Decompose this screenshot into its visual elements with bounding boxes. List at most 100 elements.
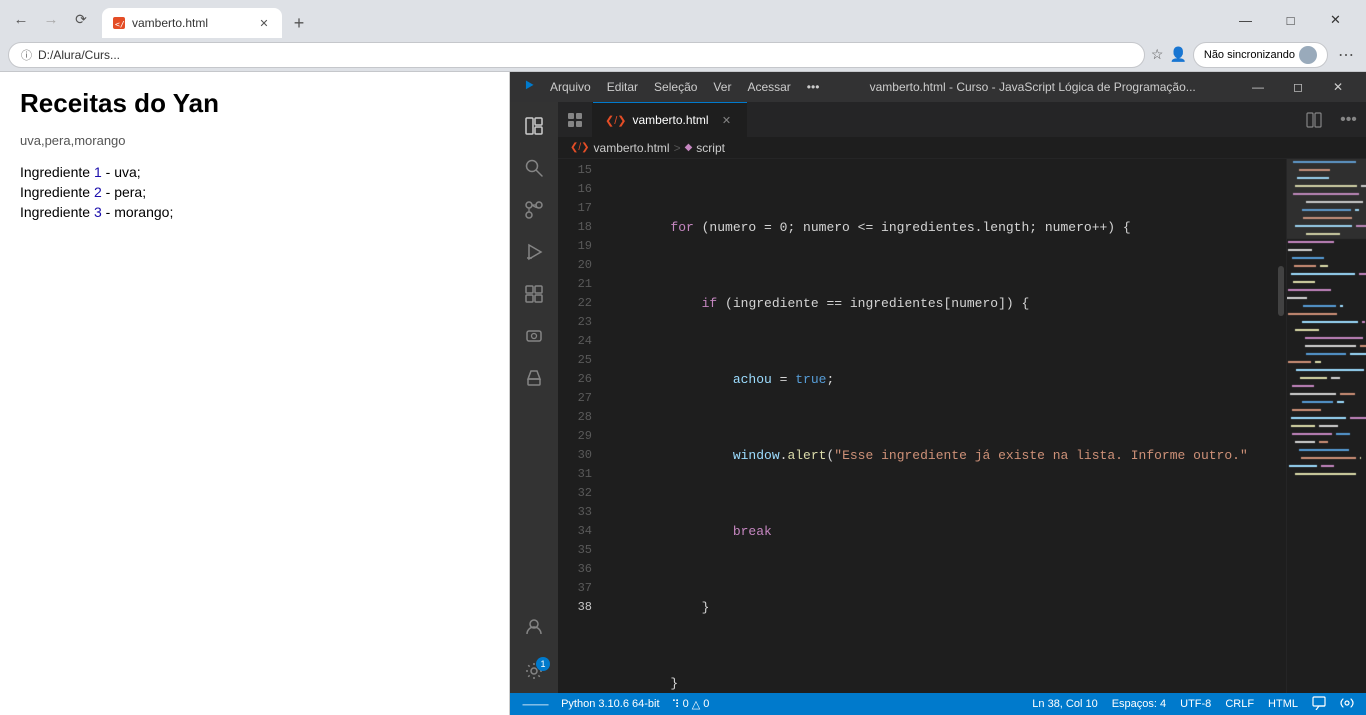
win-close-btn[interactable]: ✕ xyxy=(1313,6,1358,34)
line-num-26: 26 xyxy=(558,370,592,389)
tab-layout-btn[interactable] xyxy=(558,102,593,137)
menu-more[interactable]: ••• xyxy=(799,76,828,98)
vscode-editor: ⯈ Arquivo Editar Seleção Ver Acessar •••… xyxy=(510,72,1366,715)
ingredient-link-1[interactable]: 1 xyxy=(94,164,102,180)
svg-text:</>: </> xyxy=(115,20,125,29)
menu-editar[interactable]: Editar xyxy=(599,76,646,98)
editor-scrollbar-thumb[interactable] xyxy=(1278,266,1284,316)
address-input[interactable]: ⓘ D:/Alura/Curs... xyxy=(8,42,1145,68)
editor-more-btn[interactable]: ••• xyxy=(1331,102,1366,137)
line-num-35: 35 xyxy=(558,541,592,560)
line-num-25: 25 xyxy=(558,351,592,370)
editor-tab-title: vamberto.html xyxy=(633,113,709,127)
ingredient-list: Ingrediente 1 - uva; Ingrediente 2 - per… xyxy=(20,164,489,220)
status-left: ⸻ Python 3.10.6 64-bit ⠹ 0 △ 0 xyxy=(518,696,713,712)
breadcrumb-section[interactable]: script xyxy=(696,141,725,155)
active-editor-tab[interactable]: ❮/❯ vamberto.html ✕ xyxy=(593,102,747,137)
status-spaces[interactable]: Espaços: 4 xyxy=(1108,698,1170,710)
line-num-23: 23 xyxy=(558,313,592,332)
code-content[interactable]: for (numero = 0; numero <= ingredientes.… xyxy=(600,159,1276,693)
code-line-17: achou = true; xyxy=(608,370,1276,389)
ingredient-item-1: Ingrediente 1 - uva; xyxy=(20,164,489,180)
address-bar: ⓘ D:/Alura/Curs... ☆ 👤 Não sincronizando… xyxy=(0,38,1366,72)
activity-accounts[interactable] xyxy=(514,607,554,647)
browser-chrome: ← → ⟳ </> vamberto.html ✕ + — □ ✕ xyxy=(0,0,1366,38)
browser-menu-btn[interactable]: ⋯ xyxy=(1334,45,1358,65)
line-num-28: 28 xyxy=(558,408,592,427)
breadcrumb-html-icon: ❮/❯ xyxy=(570,142,590,153)
breadcrumb-section-icon: ◆ xyxy=(685,142,693,153)
activity-source-control[interactable] xyxy=(514,190,554,230)
browser-forward-btn[interactable]: → xyxy=(38,6,64,32)
active-browser-tab[interactable]: </> vamberto.html ✕ xyxy=(102,8,282,38)
editor-split-btn[interactable] xyxy=(1296,102,1331,137)
status-position-label: Ln 38, Col 10 xyxy=(1032,698,1097,710)
activity-search[interactable] xyxy=(514,148,554,188)
activity-extensions[interactable] xyxy=(514,274,554,314)
status-python[interactable]: Python 3.10.6 64-bit xyxy=(557,698,663,710)
tab-html-icon: ❮/❯ xyxy=(605,114,627,127)
line-num-24: 24 xyxy=(558,332,592,351)
activity-test[interactable] xyxy=(514,358,554,398)
editor-scrollbar[interactable] xyxy=(1276,159,1286,693)
activity-remote[interactable] xyxy=(514,316,554,356)
win-min-btn[interactable]: — xyxy=(1223,6,1268,34)
page-title: Receitas do Yan xyxy=(20,88,489,119)
menu-arquivo[interactable]: Arquivo xyxy=(542,76,599,98)
status-warnings-label: 0 xyxy=(703,698,709,710)
sync-label: Não sincronizando xyxy=(1204,49,1295,61)
line-num-27: 27 xyxy=(558,389,592,408)
browser-action-area: ☆ 👤 Não sincronizando ⋯ xyxy=(1151,42,1358,68)
editor-tab-close-btn[interactable]: ✕ xyxy=(719,112,735,128)
activity-run[interactable] xyxy=(514,232,554,272)
code-line-21: } xyxy=(608,674,1276,693)
tab-close-btn[interactable]: ✕ xyxy=(256,15,272,31)
status-right: Ln 38, Col 10 Espaços: 4 UTF-8 CRLF HTML xyxy=(1028,696,1358,713)
status-errors-label: 0 xyxy=(683,698,689,710)
breadcrumb: ❮/❯ vamberto.html > ◆ script xyxy=(558,137,1366,159)
minimap xyxy=(1286,159,1366,693)
status-git-icon[interactable]: ⸻ xyxy=(518,696,553,712)
status-line-ending[interactable]: CRLF xyxy=(1221,698,1258,710)
menu-acessar[interactable]: Acessar xyxy=(739,76,798,98)
vscode-close-btn[interactable]: ✕ xyxy=(1318,72,1358,102)
status-position[interactable]: Ln 38, Col 10 xyxy=(1028,698,1101,710)
ingredient-item-3: Ingrediente 3 - morango; xyxy=(20,204,489,220)
menu-ver[interactable]: Ver xyxy=(705,76,739,98)
win-max-btn[interactable]: □ xyxy=(1268,6,1313,34)
sync-btn[interactable]: Não sincronizando xyxy=(1193,42,1328,68)
line-num-29: 29 xyxy=(558,427,592,446)
vscode-max-btn[interactable]: ◻ xyxy=(1278,72,1318,102)
status-language[interactable]: HTML xyxy=(1264,698,1302,710)
status-errors[interactable]: ⠹ 0 △ 0 xyxy=(668,698,714,711)
line-num-21: 21 xyxy=(558,275,592,294)
line-num-32: 32 xyxy=(558,484,592,503)
vscode-window-controls: — ◻ ✕ xyxy=(1238,72,1358,102)
browser-reload-btn[interactable]: ⟳ xyxy=(68,6,94,32)
settings-badge: 1 xyxy=(536,657,550,671)
menu-selecao[interactable]: Seleção xyxy=(646,76,705,98)
activity-explorer[interactable] xyxy=(514,106,554,146)
vscode-body: 1 ❮/❯ vamberto.html ✕ xyxy=(510,102,1366,693)
status-broadcast-icon[interactable] xyxy=(1336,696,1358,713)
code-editor-area: 15 16 17 18 19 20 21 22 23 24 25 26 27 2… xyxy=(558,159,1366,693)
line-num-36: 36 xyxy=(558,560,592,579)
breadcrumb-file[interactable]: vamberto.html xyxy=(594,141,670,155)
ingredient-link-2[interactable]: 2 xyxy=(94,184,102,200)
vscode-min-btn[interactable]: — xyxy=(1238,72,1278,102)
browser-star-btn[interactable]: ☆ xyxy=(1151,46,1164,63)
new-tab-btn[interactable]: + xyxy=(286,10,312,36)
status-encoding[interactable]: UTF-8 xyxy=(1176,698,1215,710)
status-feedback-icon[interactable] xyxy=(1308,696,1330,713)
line-num-17: 17 xyxy=(558,199,592,218)
browser-back-btn[interactable]: ← xyxy=(8,6,34,32)
code-line-16: if (ingrediente == ingredientes[numero])… xyxy=(608,294,1276,313)
browser-profile-btn[interactable]: 👤 xyxy=(1169,46,1186,63)
raw-ingredients: uva,pera,morango xyxy=(20,133,489,148)
line-num-16: 16 xyxy=(558,180,592,199)
status-bar: ⸻ Python 3.10.6 64-bit ⠹ 0 △ 0 Ln 38, Co… xyxy=(510,693,1366,715)
vscode-titlebar: ⯈ Arquivo Editar Seleção Ver Acessar •••… xyxy=(510,72,1366,102)
vscode-menu-bar: Arquivo Editar Seleção Ver Acessar ••• xyxy=(542,76,827,98)
ingredient-link-3[interactable]: 3 xyxy=(94,204,102,220)
activity-settings[interactable]: 1 xyxy=(514,651,554,691)
